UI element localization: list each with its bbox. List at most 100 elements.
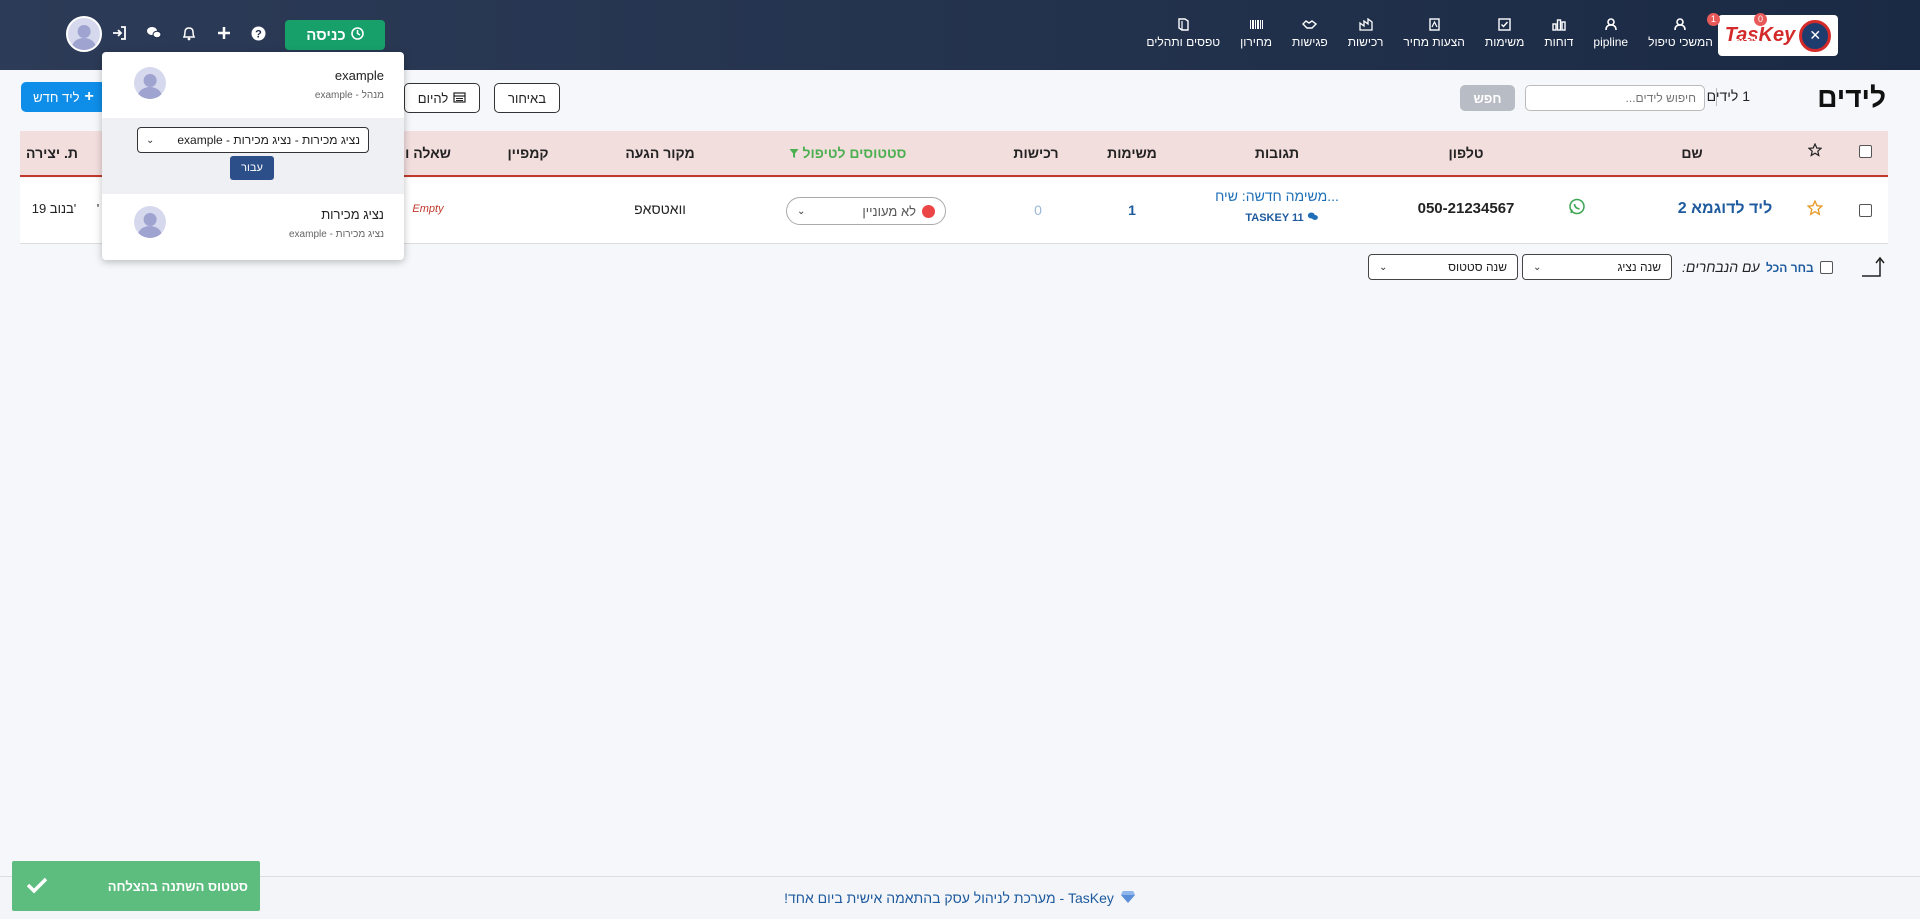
- nav-item-purchases[interactable]: רכישות: [1338, 16, 1394, 49]
- lead-phone[interactable]: 050-21234567: [1418, 200, 1515, 217]
- checkmark-icon: [26, 876, 48, 897]
- response-link[interactable]: משימה חדשה: שיח...: [1215, 188, 1339, 204]
- dropdown-user-agent[interactable]: נציג מכירות נציג מכירות - example: [102, 194, 404, 260]
- switch-user-select[interactable]: נציג מכירות - נציג מכירות - example ⌄: [137, 127, 369, 153]
- chevron-down-icon: ⌄: [1379, 261, 1388, 273]
- header-status[interactable]: סטטוסים לטיפול: [789, 145, 906, 161]
- favorite-star-icon[interactable]: [1806, 199, 1824, 219]
- nav-item-followups[interactable]: המשכי טיפול 1: [1638, 13, 1723, 49]
- late-filter-button[interactable]: באיחור: [494, 83, 560, 113]
- clock-in-button[interactable]: כניסה: [285, 20, 385, 50]
- sort-arrow-icon[interactable]: [1860, 256, 1890, 283]
- new-lead-button[interactable]: + ליד חדש: [21, 82, 106, 112]
- favorite-star-icon[interactable]: [1807, 142, 1823, 160]
- dropdown-user-name: example: [334, 68, 384, 83]
- divider: [1716, 88, 1717, 106]
- logo-mark-icon: ✕: [1799, 19, 1832, 52]
- main-nav: לידים 0 המשכי טיפול 1 pipline דוחות משימ…: [1136, 13, 1770, 49]
- user-switch-dropdown: example מנהל - example נציג מכירות - נצי…: [102, 52, 404, 260]
- header-created[interactable]: ת. יצירה: [26, 145, 78, 161]
- purchases-count[interactable]: 0: [1034, 202, 1042, 218]
- with-selected-label: עם הנבחרים:: [1682, 259, 1760, 275]
- search-button[interactable]: חפש: [1460, 85, 1515, 111]
- nav-item-forms[interactable]: טפסים ותהלים: [1136, 16, 1230, 49]
- today-filter-button[interactable]: להיום: [404, 83, 480, 113]
- nav-label: משימות: [1484, 35, 1525, 49]
- change-agent-value: שנה נציג: [1617, 260, 1661, 274]
- header-name[interactable]: שם: [1681, 145, 1702, 161]
- change-agent-select[interactable]: שנה נציג ⌄: [1522, 254, 1672, 280]
- select-all-label[interactable]: בחר הכל: [1766, 261, 1814, 275]
- help-icon[interactable]: ?: [249, 24, 267, 42]
- filter-icon: [789, 145, 799, 161]
- lead-created-date: 19 בנוב': [31, 201, 77, 216]
- nav-label: pipline: [1593, 35, 1629, 49]
- status-value: לא מעוניין: [862, 203, 916, 219]
- check-icon: [1497, 16, 1513, 32]
- success-toast[interactable]: סטטוס השתנה בהצלחה: [12, 861, 260, 911]
- toast-message: סטטוס השתנה בהצלחה: [107, 878, 248, 894]
- change-status-select[interactable]: שנה סטטוס ⌄: [1368, 254, 1518, 280]
- lead-name-link[interactable]: ליד לדוגמא 2: [1678, 200, 1773, 218]
- bell-icon[interactable]: [180, 24, 198, 42]
- switch-user-button[interactable]: עבור: [230, 156, 274, 180]
- row-checkbox[interactable]: [1859, 204, 1872, 217]
- bulk-select-all-checkbox[interactable]: [1820, 261, 1833, 274]
- nav-label: פגישות: [1292, 35, 1328, 49]
- handshake-icon: [1302, 16, 1318, 32]
- user-icon: [1672, 16, 1688, 32]
- dropdown-user-role: מנהל - example: [314, 90, 384, 101]
- diamond-icon: [1120, 890, 1136, 907]
- today-label: להיום: [417, 90, 449, 106]
- lead-status-select[interactable]: לא מעוניין ⌄: [786, 197, 946, 225]
- header-campaign[interactable]: קמפיין: [507, 145, 548, 161]
- response-meta[interactable]: TASKEY 11: [1245, 212, 1319, 224]
- header-phone[interactable]: טלפון: [1449, 145, 1484, 161]
- nav-item-tasks[interactable]: משימות: [1475, 16, 1534, 49]
- dropdown-user-manager[interactable]: example מנהל - example: [102, 52, 404, 118]
- select-all-checkbox[interactable]: [1859, 145, 1872, 158]
- nav-badge: 0: [1754, 13, 1767, 26]
- header-purchases[interactable]: רכישות: [1013, 145, 1058, 161]
- footer: TasKey - מערכת לניהול עסק בהתאמה אישית ב…: [0, 876, 1920, 919]
- footer-text[interactable]: TasKey - מערכת לניהול עסק בהתאמה אישית ב…: [784, 890, 1114, 906]
- user-avatar-button[interactable]: [66, 16, 102, 52]
- header-responses[interactable]: תגובות: [1255, 145, 1299, 161]
- header-tasks[interactable]: משימות: [1107, 145, 1157, 161]
- book-icon: [1175, 16, 1191, 32]
- avatar: [134, 206, 166, 238]
- nav-badge: 1: [1706, 13, 1720, 26]
- chat-icon[interactable]: [145, 24, 163, 42]
- document-icon: [1426, 16, 1442, 32]
- nav-item-pipline[interactable]: pipline: [1583, 16, 1638, 49]
- barcode-icon: [1248, 16, 1264, 32]
- clock-in-label: כניסה: [306, 26, 346, 44]
- nav-label: הצעות מחיר: [1403, 35, 1465, 49]
- nav-item-pricelist[interactable]: מחירון: [1230, 16, 1282, 49]
- chart-icon: [1551, 16, 1567, 32]
- nav-item-leads[interactable]: לידים 0: [1723, 13, 1770, 49]
- login-icon[interactable]: [110, 24, 128, 42]
- header-source[interactable]: מקור הגעה: [625, 145, 694, 161]
- chevron-down-icon: ⌄: [146, 134, 155, 146]
- change-status-value: שנה סטטוס: [1448, 260, 1507, 274]
- lead-source: וואטסאפ: [634, 201, 686, 217]
- user-icon: [1738, 16, 1754, 32]
- whatsapp-icon[interactable]: [1569, 198, 1586, 218]
- late-label: באיחור: [508, 90, 546, 106]
- status-dot: [922, 204, 935, 218]
- nav-item-reports[interactable]: דוחות: [1534, 16, 1583, 49]
- question-value[interactable]: Empty: [412, 203, 443, 215]
- nav-item-quotes[interactable]: הצעות מחיר: [1393, 16, 1475, 49]
- nav-item-meetings[interactable]: פגישות: [1282, 16, 1338, 49]
- comments-icon: [1308, 212, 1319, 224]
- plus-icon[interactable]: [215, 24, 233, 42]
- tasks-count-link[interactable]: 1: [1128, 202, 1136, 218]
- chevron-down-icon: ⌄: [1533, 261, 1542, 273]
- new-lead-label: ליד חדש: [33, 89, 80, 105]
- search-input[interactable]: [1525, 85, 1705, 111]
- nav-label: מחירון: [1240, 35, 1273, 49]
- chevron-down-icon: ⌄: [797, 205, 806, 217]
- response-meta-text: TASKEY 11: [1245, 212, 1304, 224]
- header-question[interactable]: שאלה ו: [405, 145, 451, 161]
